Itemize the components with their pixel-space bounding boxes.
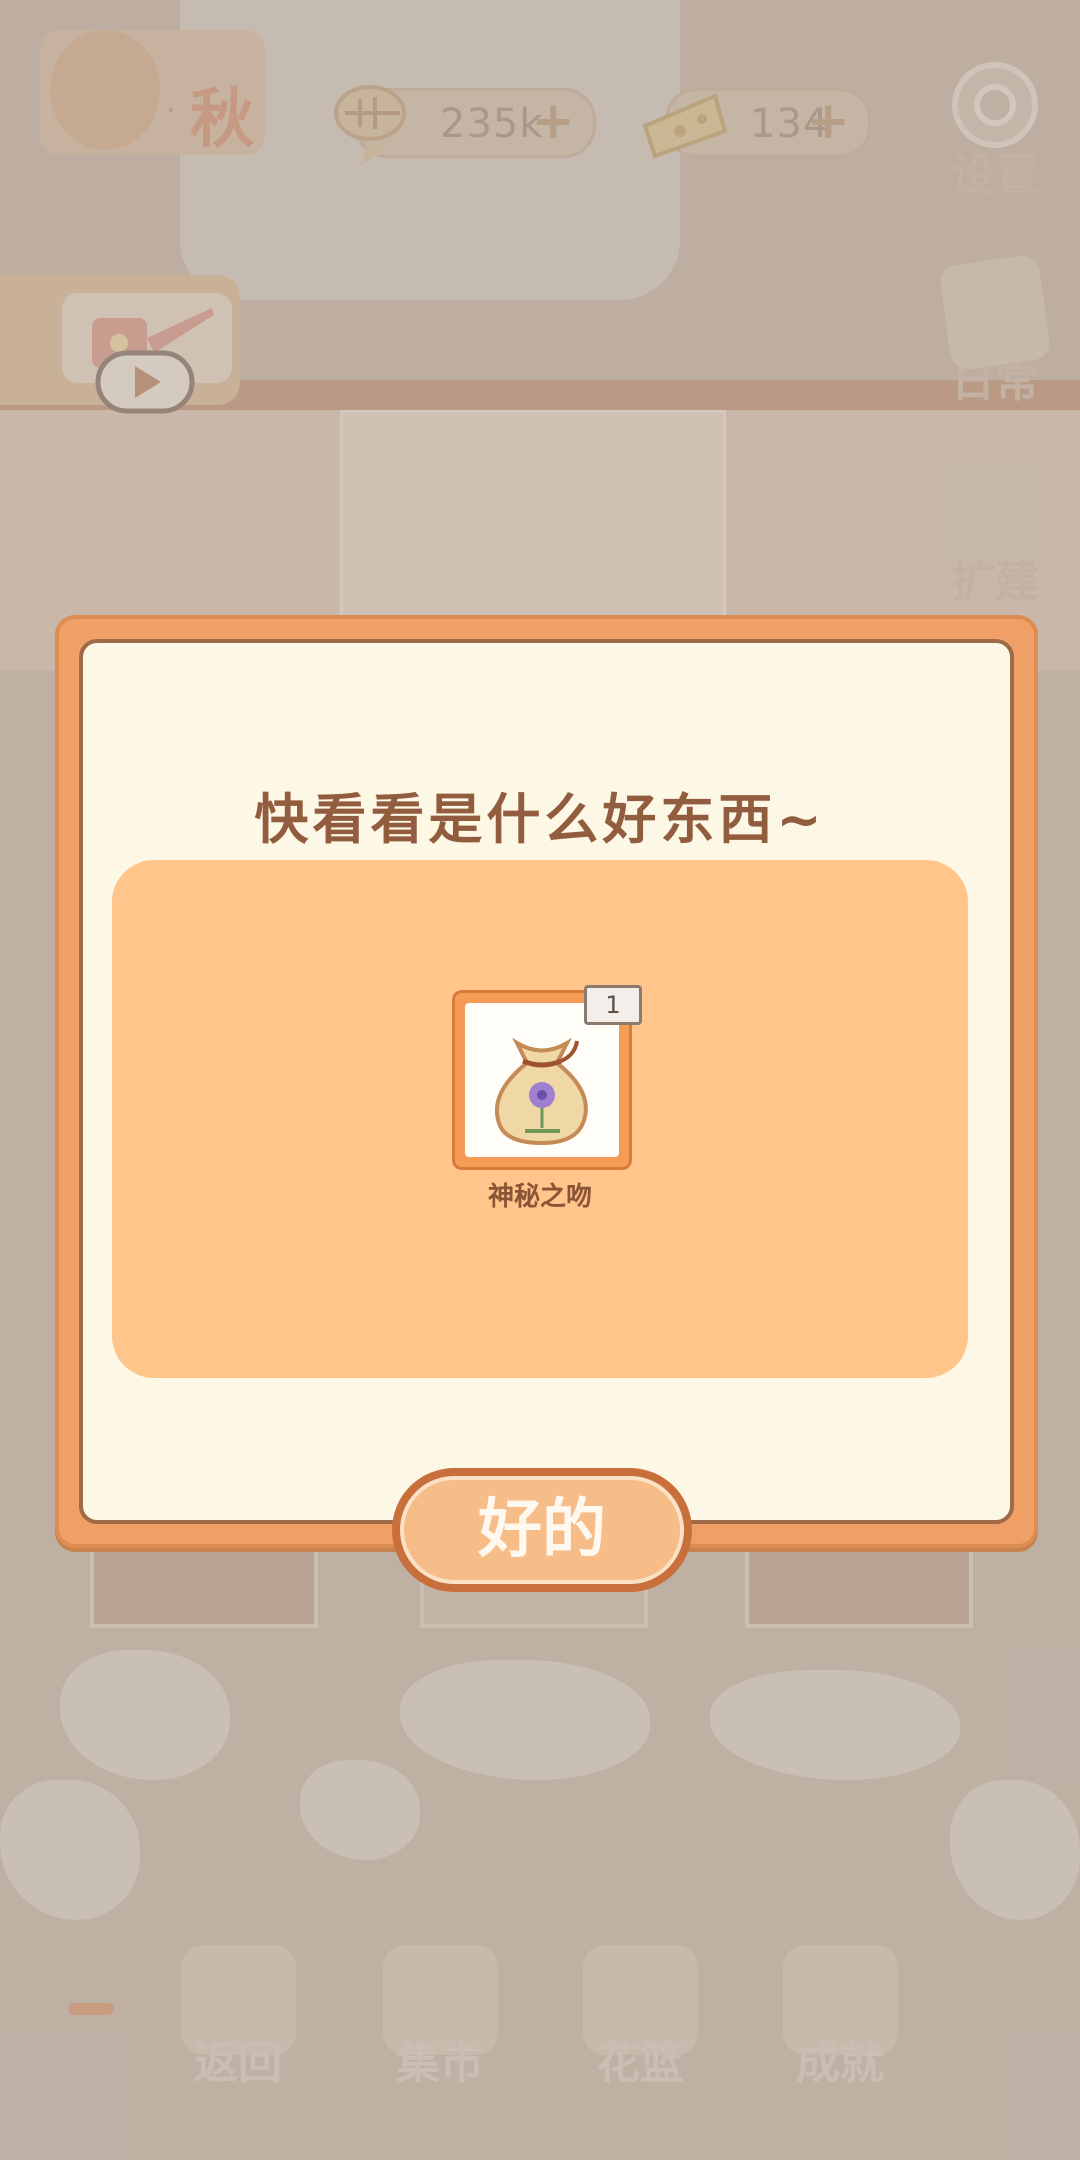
dialog-title: 快看看是什么好东西~ xyxy=(254,788,826,851)
confirm-button-label: 好的 xyxy=(400,1476,684,1584)
reward-item-name: 神秘之吻 xyxy=(487,1182,592,1212)
confirm-button[interactable]: 好的 xyxy=(392,1468,692,1592)
flower-seed-bag-icon xyxy=(494,1037,588,1146)
reward-count-badge: 1 xyxy=(584,985,642,1025)
